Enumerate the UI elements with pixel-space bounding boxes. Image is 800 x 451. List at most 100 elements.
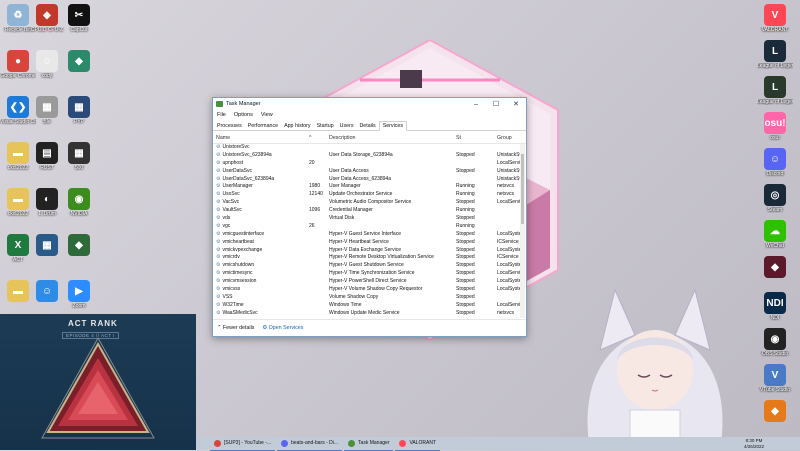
desktop-icon[interactable]: ◉ OBS Studio: [757, 328, 793, 357]
table-row[interactable]: UserDataSvcUser Data AccessStoppedUnista…: [213, 168, 526, 176]
table-row[interactable]: UnistoreSvc_623894a User Data Storage_623…: [213, 152, 526, 160]
desktop-icon-label: 500: [74, 165, 84, 171]
title-bar[interactable]: Task Manager – ☐ ✕: [213, 98, 526, 110]
desktop-icon[interactable]: ◆ CPUID CPU-Z: [29, 4, 65, 33]
table-row[interactable]: UserManager1980User ManagerRunningnetsvc…: [213, 183, 526, 191]
taskbar-item[interactable]: Task Manager: [344, 437, 394, 451]
tab-processes[interactable]: Processes: [214, 122, 245, 130]
cody-icon: ☺: [36, 50, 58, 72]
column-description[interactable]: Description: [329, 135, 456, 141]
desktop-icon[interactable]: osu! osu!: [757, 112, 793, 141]
table-row[interactable]: vmicvss Hyper-V Volume Shadow Copy Reques…: [213, 286, 526, 294]
act-rank-triangle-icon: [41, 336, 155, 439]
desktop-icon[interactable]: LLeague of Legends: [757, 76, 793, 105]
desktop-icon-label: ACT: [13, 257, 23, 263]
desktop-icon[interactable]: ☁ WeChat: [757, 220, 793, 249]
service-name: UsoSvc: [213, 191, 309, 199]
taskbar-item[interactable]: VALORANT: [395, 437, 441, 451]
desktop-icon[interactable]: ◆: [757, 256, 793, 279]
table-row[interactable]: UserDataSvc_623894a User Data Access_6238…: [213, 176, 526, 184]
column-name[interactable]: Name: [213, 135, 309, 141]
table-row[interactable]: vmickvpexchange Hyper-V Data Exchange Ser…: [213, 247, 526, 255]
fewer-details-link[interactable]: ⌃ Fewer details: [217, 325, 254, 331]
menu-view[interactable]: View: [261, 112, 273, 118]
table-row[interactable]: VSS Volume Shadow Copy Stopped: [213, 294, 526, 302]
table-row[interactable]: vmicrdv Hyper-V Remote Desktop Virtualiza…: [213, 254, 526, 262]
folder-icon: ▬: [7, 188, 29, 210]
desktop-icon[interactable]: ◎ Steam: [757, 184, 793, 213]
service-name: W32Time: [213, 302, 309, 310]
scrollbar-thumb[interactable]: [521, 154, 524, 224]
open-services-link[interactable]: ⚙ Open Services: [262, 325, 303, 331]
table-row[interactable]: UsoSvc12140 Update Orchestrator Service Ru…: [213, 191, 526, 199]
table-row[interactable]: vmictimesync Hyper-V Time Synchronization…: [213, 270, 526, 278]
taskbar-item[interactable]: beats-and-bars - Di...: [277, 437, 343, 451]
service-name: vmicvss: [213, 286, 309, 294]
desktop-icon[interactable]: ◆: [61, 234, 97, 257]
table-row[interactable]: vmicvmsession Hyper-V PowerShell Direct S…: [213, 278, 526, 286]
desktop-icon[interactable]: ☺ Discord: [757, 148, 793, 177]
column-status[interactable]: St: [456, 135, 497, 141]
desktop-icon[interactable]: ▦ PYP: [61, 96, 97, 125]
service-pid: 12140: [309, 191, 323, 198]
folder-icon: ▬: [7, 142, 29, 164]
table-row[interactable]: W32TimeWindows TimeStoppedLocalService: [213, 302, 526, 310]
vertical-scrollbar[interactable]: [520, 144, 525, 318]
desktop-icon[interactable]: ☺ cody: [29, 50, 65, 79]
desktop-icon[interactable]: ◆: [757, 400, 793, 423]
tab-details[interactable]: Details: [356, 122, 378, 130]
desktop-icon[interactable]: ▦ Ble: [29, 96, 65, 125]
task-manager-window: Task Manager – ☐ ✕ File Options View Pro…: [212, 97, 527, 337]
column-group[interactable]: Group: [497, 135, 523, 141]
service-status: Stopped: [456, 270, 475, 277]
desktop-icon-label: League of Legends: [757, 99, 793, 105]
desktop-icon[interactable]: ▶ Zoom: [61, 280, 97, 309]
desktop-icon[interactable]: ◐ 1. Drum: [29, 188, 65, 217]
service-description: Hyper-V Guest Service Interface: [329, 230, 401, 237]
service-description: Virtual Disk: [329, 215, 355, 222]
tab-app-history[interactable]: App history: [281, 122, 314, 130]
desktop-icon[interactable]: V VALORANT: [757, 4, 793, 33]
service-status: Stopped: [456, 309, 475, 316]
column-pid[interactable]: ^: [309, 135, 329, 141]
taskbar-item[interactable]: [SUP3] - YouTube -...: [210, 437, 276, 451]
osu-icon: osu!: [764, 112, 786, 134]
desktop-icon[interactable]: V VTube Studio: [757, 364, 793, 393]
tab-users[interactable]: Users: [337, 122, 357, 130]
maximize-button[interactable]: ☐: [486, 100, 506, 108]
table-row[interactable]: vgc26 Running: [213, 223, 526, 231]
desktop-icon[interactable]: ◉ NVIDIA: [61, 188, 97, 217]
desktop-icon[interactable]: LLeague of Legends: [757, 40, 793, 69]
table-row[interactable]: VacSvc Volumetric Audio Compositor Servic…: [213, 199, 526, 207]
minimize-button[interactable]: –: [466, 101, 486, 108]
service-name: UserDataSvc_623894a: [213, 176, 309, 184]
service-name: VacSvc: [213, 199, 309, 207]
recycle-bin-icon: ♻: [7, 4, 29, 26]
table-row[interactable]: vds Virtual Disk Stopped: [213, 215, 526, 223]
table-row[interactable]: upnphost20LocalServiceA...: [213, 160, 526, 168]
close-button[interactable]: ✕: [506, 100, 526, 108]
desktop-icon[interactable]: ▤ RUST: [29, 142, 65, 171]
tab-startup[interactable]: Startup: [314, 122, 337, 130]
desktop-icon[interactable]: ◆: [61, 50, 97, 73]
menu-file[interactable]: File: [217, 112, 226, 118]
desktop-icon[interactable]: ▦ 500: [61, 142, 97, 171]
desktop-icon[interactable]: ☺: [29, 280, 65, 303]
service-name: vmicvmsession: [213, 278, 309, 286]
table-row[interactable]: vmicheartbeat Hyper-V Heartbeat Service St…: [213, 239, 526, 247]
tab-performance[interactable]: Performance: [245, 122, 281, 130]
tab-services[interactable]: Services: [378, 121, 407, 131]
menu-options[interactable]: Options: [234, 112, 253, 118]
discord-icon: ☺: [36, 280, 58, 302]
table-row[interactable]: vmicguestinterface Hyper-V Guest Service …: [213, 231, 526, 239]
service-pid: 1096: [309, 207, 321, 214]
table-row[interactable]: UnistoreSvc: [213, 144, 526, 152]
system-clock[interactable]: 8:30 PM 4/26/2022: [744, 438, 764, 449]
desktop-icon[interactable]: NDI NDI: [757, 292, 793, 321]
table-row[interactable]: WaaSMedicSvc Windows Update Medic Service…: [213, 310, 526, 318]
table-row[interactable]: vmicshutdown Hyper-V Guest Shutdown Servi…: [213, 262, 526, 270]
table-row[interactable]: VaultSvc1096 Credential Manager Running: [213, 207, 526, 215]
desktop-icon[interactable]: ▦: [29, 234, 65, 257]
desktop-icon[interactable]: ✂ CapCut: [61, 4, 97, 33]
fewer-details-label: Fewer details: [222, 325, 255, 331]
